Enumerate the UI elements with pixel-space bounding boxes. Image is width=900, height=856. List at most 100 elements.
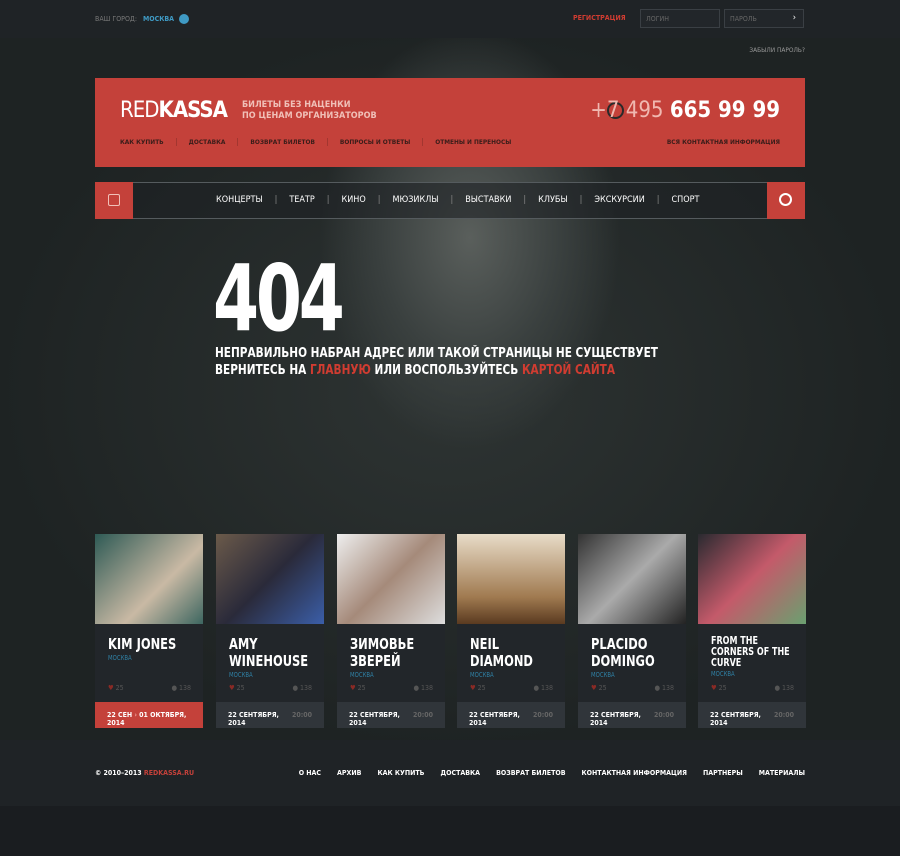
likes[interactable]: ♥ 25 [229,684,245,692]
phone: +7 495 665 99 99 [590,98,780,123]
event-photo[interactable] [578,534,686,624]
heart-icon: ♥ [229,684,235,692]
comments[interactable]: ● 138 [413,684,433,692]
header-link[interactable]: ВОПРОСЫ И ОТВЕТЫ [340,138,424,146]
city-link[interactable]: МОСКВА [143,15,174,23]
forgot-password-link[interactable]: ЗАБЫЛИ ПАРОЛЬ? [749,46,805,54]
comments[interactable]: ● 138 [533,684,553,692]
phone-prefix: +7 495 [590,98,664,123]
event-title[interactable]: FROM THE CORNERS OF THE CURVE МОСКВА [711,636,805,679]
event-date: 22 СЕНТЯБРЯ, 2014 20:00 [216,702,324,728]
contact-info-link[interactable]: ВСЯ КОНТАКТНАЯ ИНФОРМАЦИЯ [667,138,780,146]
event-title[interactable]: PLACIDO DOMINGO МОСКВА [591,636,685,680]
menu-separator: | [377,195,381,205]
phone-number: 665 99 99 [669,98,780,123]
event-photo[interactable] [698,534,806,624]
comments[interactable]: ● 138 [292,684,312,692]
footer: © 2010–2013 REDKASSA.RU О НАС АРХИВ КАК КУ… [0,740,900,806]
nav-item[interactable]: КЛУБЫ [538,195,567,205]
time: 20:00 [653,711,674,719]
nav-item[interactable]: СПОРТ [672,195,700,205]
header-link[interactable]: КАК КУПИТЬ [120,138,177,146]
copyright-text: © 2010–2013 [95,769,144,777]
footer-link[interactable]: О НАС [299,769,321,777]
password-input[interactable]: ПАРОЛЬ › [724,9,804,28]
comments[interactable]: ● 138 [774,684,794,692]
event-photo[interactable] [457,534,565,624]
sitemap-link[interactable]: КАРТОЙ САЙТА [522,363,615,378]
comment-icon: ● [171,684,177,692]
event-title[interactable]: AMY WINEHOUSE МОСКВА [229,636,323,680]
event-card[interactable]: NEIL DIAMOND МОСКВА ♥ 25 ● 138 22 СЕНТЯБР… [457,534,565,728]
comment-icon: ● [533,684,539,692]
heart-icon: ♥ [591,684,597,692]
event-photo[interactable] [95,534,203,624]
calendar-button[interactable] [95,182,133,219]
footer-link[interactable]: ВОЗВРАТ БИЛЕТОВ [496,769,565,777]
title-text: PLACIDO DOMINGO [591,635,655,670]
slogan-line2: ПО ЦЕНАМ ОРГАНИЗАТОРОВ [242,111,377,121]
event-city: МОСКВА [591,671,615,679]
event-card[interactable]: FROM THE CORNERS OF THE CURVE МОСКВА ♥ 25… [698,534,806,728]
event-card[interactable]: AMY WINEHOUSE МОСКВА ♥ 25 ● 138 22 СЕНТЯБ… [216,534,324,728]
nav-item[interactable]: ЭКСКУРСИИ [594,195,644,205]
likes[interactable]: ♥ 25 [470,684,486,692]
event-city: МОСКВА [470,671,494,679]
time: 20:00 [773,711,794,719]
event-title[interactable]: KIM JONES МОСКВА [108,636,202,663]
menu-separator: | [523,195,527,205]
event-title[interactable]: NEIL DIAMOND МОСКВА [470,636,564,680]
menu-separator: | [326,195,330,205]
nav-item[interactable]: ВЫСТАВКИ [465,195,511,205]
event-card[interactable]: PLACIDO DOMINGO МОСКВА ♥ 25 ● 138 22 СЕНТ… [578,534,686,728]
comments[interactable]: ● 138 [171,684,191,692]
event-card[interactable]: KIM JONES МОСКВА ♥ 25 ● 138 22 СЕН › 01 О… [95,534,203,728]
login-input[interactable]: ЛОГИН [640,9,720,28]
comments[interactable]: ● 138 [654,684,674,692]
header-link[interactable]: ДОСТАВКА [189,138,239,146]
footer-link[interactable]: КАК КУПИТЬ [377,769,424,777]
likes-count: 25 [477,684,486,692]
city-selector[interactable]: ВАШ ГОРОД: МОСКВА [95,14,190,24]
event-title[interactable]: ЗИМОВЬЕ ЗВЕРЕЙ МОСКВА [350,636,444,680]
search-button[interactable] [767,182,805,219]
footer-link[interactable]: ПАРТНЕРЫ [703,769,743,777]
likes[interactable]: ♥ 25 [108,684,124,692]
logo-bold: KASSA [158,98,228,123]
globe-icon[interactable] [179,14,190,24]
submit-arrow-icon[interactable]: › [793,13,796,23]
footer-link[interactable]: МАТЕРИАЛЫ [759,769,805,777]
nav-item[interactable]: МЮЗИКЛЫ [393,195,439,205]
logo[interactable]: REDKASSA [120,98,228,123]
event-photo[interactable] [337,534,445,624]
site-link[interactable]: REDKASSA.RU [144,769,194,777]
home-link[interactable]: ГЛАВНУЮ [310,363,371,378]
header-link[interactable]: ОТМЕНЫ И ПЕРЕНОСЫ [435,138,523,146]
comment-icon: ● [774,684,780,692]
event-city: МОСКВА [229,671,253,679]
menu-separator: | [450,195,454,205]
event-date: 22 СЕНТЯБРЯ, 2014 20:00 [698,702,806,728]
date: 22 СЕНТЯБРЯ, 2014 [710,711,761,727]
event-date: 22 СЕНТЯБРЯ, 2014 20:00 [578,702,686,728]
copyright: © 2010–2013 REDKASSA.RU [95,769,194,777]
event-date: 22 СЕНТЯБРЯ, 2014 20:00 [337,702,445,728]
header-link[interactable]: ВОЗВРАТ БИЛЕТОВ [250,138,328,146]
nav-item[interactable]: КИНО [342,195,366,205]
title-text: KIM JONES [108,635,177,653]
nav-item[interactable]: КОНЦЕРТЫ [216,195,263,205]
footer-link[interactable]: АРХИВ [337,769,361,777]
event-card[interactable]: ЗИМОВЬЕ ЗВЕРЕЙ МОСКВА ♥ 25 ● 138 22 СЕНТЯ… [337,534,445,728]
footer-link[interactable]: ДОСТАВКА [440,769,480,777]
comment-icon: ● [292,684,298,692]
nav-item[interactable]: ТЕАТР [289,195,314,205]
comments-count: 138 [299,684,312,692]
likes[interactable]: ♥ 25 [591,684,607,692]
likes[interactable]: ♥ 25 [711,684,727,692]
likes[interactable]: ♥ 25 [350,684,366,692]
register-link[interactable]: РЕГИСТРАЦИЯ [573,14,626,22]
footer-link[interactable]: КОНТАКТНАЯ ИНФОРМАЦИЯ [582,769,687,777]
date: 22 СЕНТЯБРЯ, 2014 [469,711,520,727]
comments-count: 138 [781,684,794,692]
event-photo[interactable] [216,534,324,624]
